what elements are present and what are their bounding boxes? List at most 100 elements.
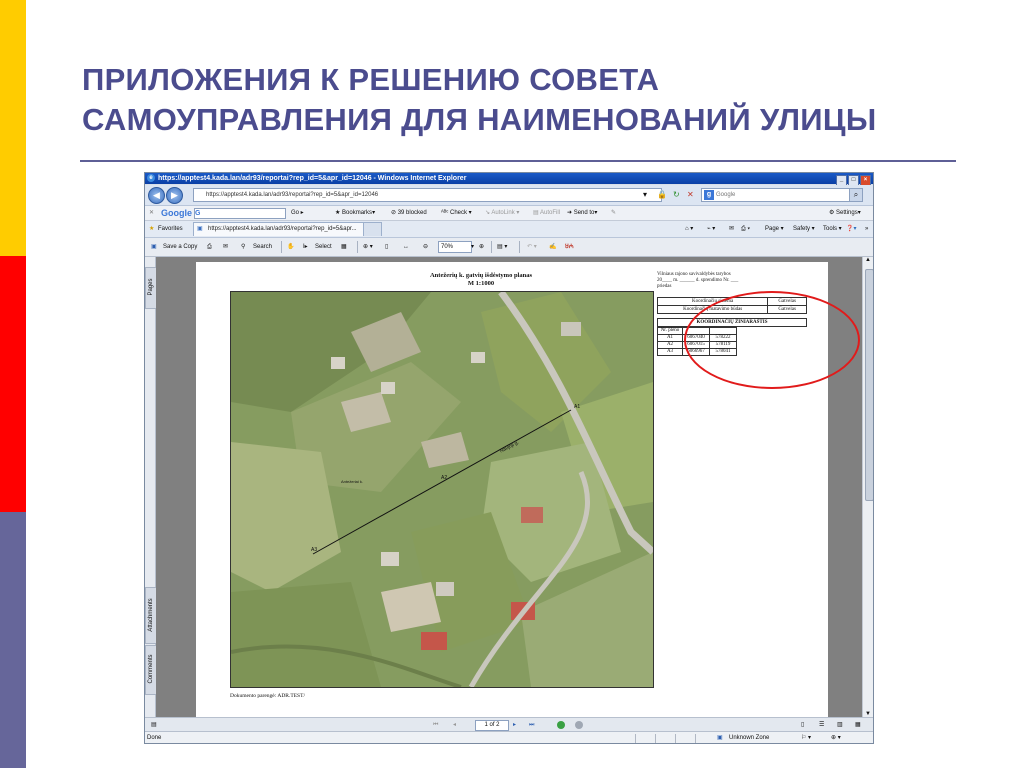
page-display-icon[interactable]: ▤ ▾ — [497, 238, 507, 256]
refresh-icon[interactable]: ↻ — [673, 188, 680, 201]
print-pdf-icon[interactable]: ⎙ — [207, 238, 212, 256]
table-cell: A2 — [657, 341, 683, 349]
google-query-value: G — [195, 210, 201, 217]
address-field[interactable]: https://apptest4.kada.lan/adr93/reportai… — [193, 188, 662, 202]
search-button[interactable]: Search — [253, 238, 272, 256]
title-divider — [80, 160, 956, 162]
pane-toggle-icon[interactable]: ▤ — [151, 718, 157, 732]
zoom-dropdown-icon[interactable]: ▾ — [471, 238, 474, 256]
separator — [655, 734, 656, 743]
safety-menu[interactable]: Safety ▾ — [793, 221, 815, 237]
window-title: https://apptest4.kada.lan/adr93/reportai… — [158, 175, 467, 182]
bookmarks-button[interactable]: ★ Bookmarks▾ — [335, 206, 375, 220]
favorites-bar: ★ Favorites ▣ https://apptest4.kada.lan/… — [145, 221, 873, 238]
browser-window: e https://apptest4.kada.lan/adr93/reporta… — [144, 172, 874, 744]
search-placeholder: Google — [716, 192, 736, 198]
separator — [491, 241, 492, 253]
slide-title: ПРИЛОЖЕНИЯ К РЕШЕНИЮ СОВЕТА САМОУПРАВЛЕН… — [82, 60, 982, 140]
go-button[interactable]: Go ▸ — [291, 206, 304, 220]
map-label-a3: A3 — [311, 547, 318, 553]
go-back-view-icon[interactable] — [557, 721, 565, 729]
search-go-button[interactable]: ⌕ — [849, 188, 863, 202]
help-icon[interactable]: ❓▾ — [846, 221, 856, 237]
adobe-logo-icon[interactable]: Ყ₼ — [565, 238, 574, 256]
zoom-in-icon[interactable]: ⊕ — [479, 238, 484, 256]
status-text: Done — [147, 735, 162, 741]
document-viewport[interactable]: Antežerių k. gatvių išdėstymo planas M 1… — [156, 257, 862, 717]
forward-button[interactable]: ▶ — [166, 187, 183, 204]
facing-icon[interactable]: ▥ — [837, 718, 843, 732]
spell-check-button[interactable]: ᴬᴮᶜ Check ▾ — [441, 206, 472, 220]
lock-icon[interactable]: 🔒 — [657, 188, 667, 201]
zoom-status-icon[interactable]: ⊕ ▾ — [831, 732, 841, 743]
tab-comments-label: Comments — [148, 654, 154, 684]
settings-button[interactable]: ⚙ Settings▾ — [829, 206, 861, 220]
send-to-button[interactable]: ➜ Send to▾ — [567, 206, 597, 220]
separator — [695, 734, 696, 743]
first-page-icon[interactable]: ⏮ — [433, 718, 438, 732]
feeds-icon[interactable]: ⌁ ▾ — [707, 221, 715, 237]
page-menu[interactable]: Page ▾ — [765, 221, 784, 237]
slide-title-line-2: САМОУПРАВЛЕНИЯ ДЛЯ НАИМЕНОВАНИЙ УЛИЦЫ — [82, 102, 877, 137]
stop-icon[interactable]: ✕ — [687, 188, 694, 201]
last-page-icon[interactable]: ⏭ — [529, 718, 534, 732]
zoom-level-value: 70% — [441, 244, 454, 250]
highlight-circle — [684, 291, 860, 389]
previous-page-icon[interactable]: ◂ — [453, 718, 456, 732]
fit-page-icon[interactable]: ▯ — [385, 238, 388, 256]
pencil-icon[interactable]: ✎ — [611, 206, 616, 220]
separator — [675, 734, 676, 743]
print-icon[interactable]: ⎙ ▾ — [741, 221, 750, 237]
email-icon[interactable]: ✉ — [223, 238, 228, 256]
single-page-icon[interactable]: ▯ — [801, 718, 804, 732]
next-page-icon[interactable]: ▸ — [513, 718, 516, 732]
favorites-star-icon[interactable]: ★ — [149, 221, 154, 237]
separator — [519, 241, 520, 253]
more-chevron-icon[interactable]: » — [865, 221, 868, 237]
tab-current[interactable]: ▣ https://apptest4.kada.lan/adr93/report… — [193, 222, 377, 236]
google-query-input[interactable]: G — [194, 208, 286, 219]
search-field[interactable]: g Google — [701, 188, 857, 202]
back-button[interactable]: ◀ — [148, 187, 165, 204]
favorites-button[interactable]: Favorites — [158, 221, 183, 237]
save-copy-button[interactable]: Save a Copy — [163, 238, 197, 256]
mail-icon[interactable]: ✉ — [729, 221, 734, 237]
tab-pages-label: Pages — [148, 278, 154, 296]
autofill-button[interactable]: ▤ AutoFill — [533, 206, 560, 220]
map-title: Antežerių k. gatvių išdėstymo planas M 1… — [381, 272, 581, 288]
scrollbar-thumb[interactable] — [865, 269, 873, 501]
address-dropdown-icon[interactable]: ▾ — [643, 188, 647, 201]
new-tab-button[interactable] — [363, 222, 382, 236]
home-icon[interactable]: ⌂ ▾ — [685, 221, 693, 237]
window-titlebar: e https://apptest4.kada.lan/adr93/reporta… — [145, 173, 873, 186]
map-scale: M 1:1000 — [467, 280, 495, 287]
autolink-button[interactable]: ↘ AutoLink ▾ — [485, 206, 519, 220]
zoom-icon[interactable]: ⊕ ▾ — [363, 238, 373, 256]
popup-blocked-button[interactable]: ⊘ 39 blocked — [391, 206, 427, 220]
security-zone[interactable]: Unknown Zone — [729, 732, 769, 743]
fit-width-icon[interactable]: ↔ — [403, 238, 409, 256]
hand-tool-icon[interactable]: ✋ — [287, 238, 294, 256]
vertical-scrollbar[interactable]: ▲ ▼ — [862, 257, 873, 717]
rotate-icon[interactable]: ↶ ▾ — [527, 238, 537, 256]
table-cell: A3 — [657, 348, 683, 356]
continuous-icon[interactable]: ☰ — [819, 718, 824, 732]
snapshot-icon[interactable]: ▦ — [341, 238, 347, 256]
page-number-value: 1 of 2 — [484, 722, 500, 728]
close-toolbar-icon[interactable]: ✕ — [149, 206, 154, 220]
continuous-facing-icon[interactable]: ▦ — [855, 718, 861, 732]
page-number-input[interactable]: 1 of 2 — [475, 720, 509, 731]
sign-icon[interactable]: ✍ — [549, 238, 556, 256]
zoom-out-icon[interactable]: ⊖ — [423, 238, 428, 256]
protected-mode-icon[interactable]: ⚐ ▾ — [801, 732, 811, 743]
pdf-navigation-bar: ▤ ⏮ ◂ 1 of 2 ▸ ⏭ ▯ ☰ ▥ ▦ — [145, 717, 873, 732]
scroll-up-icon[interactable]: ▲ — [865, 257, 871, 263]
select-button[interactable]: Select — [315, 238, 332, 256]
accent-stripe-purple — [0, 512, 26, 768]
tools-menu[interactable]: Tools ▾ — [823, 221, 842, 237]
go-forward-view-icon[interactable] — [575, 721, 583, 729]
map-label-a2: A2 — [441, 475, 448, 481]
zoom-level-input[interactable]: 70% — [438, 241, 472, 253]
ie-logo-icon: e — [147, 174, 155, 182]
zone-icon: ▣ — [717, 735, 723, 741]
